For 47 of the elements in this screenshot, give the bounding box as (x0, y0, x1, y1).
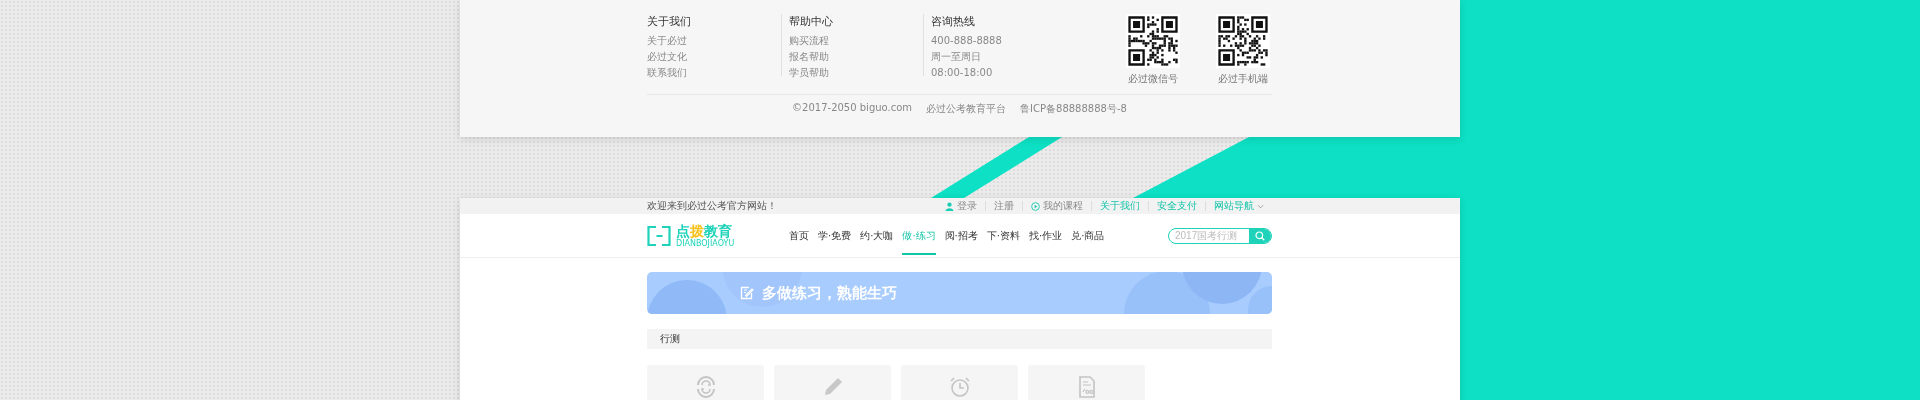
search-button[interactable] (1249, 228, 1271, 243)
nav-tab[interactable]: 下·资料 (986, 216, 1020, 255)
nav-tab[interactable]: 找·作业 (1028, 216, 1063, 255)
footer-heading: 关于我们 (647, 14, 691, 29)
footer-link[interactable]: 学员帮助 (789, 67, 829, 79)
footer-link[interactable]: 周一至周日 (931, 51, 981, 63)
top-bar-link[interactable]: 网站导航 (1205, 201, 1272, 211)
footer-link[interactable]: 08:00-18:00 (931, 67, 993, 79)
nav-tab[interactable]: 约·大咖 (860, 216, 894, 255)
top-bar-link[interactable]: 我的课程 (1022, 201, 1091, 211)
qr-caption: 必过微信号 (1128, 72, 1178, 86)
cycle-icon (694, 376, 717, 398)
nav-tab[interactable]: 学·免费 (818, 216, 852, 255)
search-icon (1255, 230, 1265, 241)
footer-link[interactable]: 关于必过 (647, 35, 687, 47)
copyright-text: 必过公考教育平台 (926, 102, 1007, 116)
footer-link[interactable]: 必过文化 (647, 51, 687, 63)
nav-tab[interactable]: 兑·商品 (1071, 216, 1105, 255)
top-bar-link[interactable]: 登录 (937, 201, 985, 211)
banner-title: 多做练习，熟能生巧 (762, 283, 897, 303)
qr-code-icon (1126, 14, 1180, 68)
nav-tab[interactable]: 阅·招考 (944, 216, 978, 255)
nav-tab[interactable]: 首页 (789, 216, 809, 255)
footer-heading: 帮助中心 (789, 14, 833, 29)
user-icon (945, 201, 954, 211)
top-bar-link[interactable]: 安全支付 (1148, 201, 1205, 211)
caret-icon (1257, 203, 1264, 209)
top-bar-link[interactable]: 关于我们 (1091, 201, 1148, 211)
qr-code-icon (1216, 14, 1270, 68)
top-bar-link[interactable]: 注册 (985, 201, 1022, 211)
footer-link[interactable]: 400-888-8888 (931, 35, 1002, 47)
edit-icon (740, 286, 754, 300)
welcome-text: 欢迎来到必过公考官方网站！ (647, 199, 777, 213)
copyright-text: ©2017-2050 biguo.com (792, 102, 913, 115)
copyright-text: 鲁ICP备88888888号-8 (1020, 102, 1127, 116)
alarm-clock-icon (948, 376, 971, 398)
footer-link[interactable]: 联系我们 (647, 67, 687, 79)
section-title: 行测 (660, 332, 680, 346)
footer-link[interactable]: 报名帮助 (789, 51, 829, 63)
nav-tab[interactable]: 做·练习 (902, 216, 936, 255)
footer-heading: 咨询热线 (931, 14, 975, 29)
logo-text: 点拨教育 (676, 223, 732, 239)
logo-subtitle: DIANBOJIAOYU (676, 238, 735, 248)
play-icon (1031, 201, 1040, 211)
qr-caption: 必过手机端 (1218, 72, 1268, 86)
logo-icon (647, 225, 671, 246)
footer-link[interactable]: 购买流程 (789, 35, 829, 47)
